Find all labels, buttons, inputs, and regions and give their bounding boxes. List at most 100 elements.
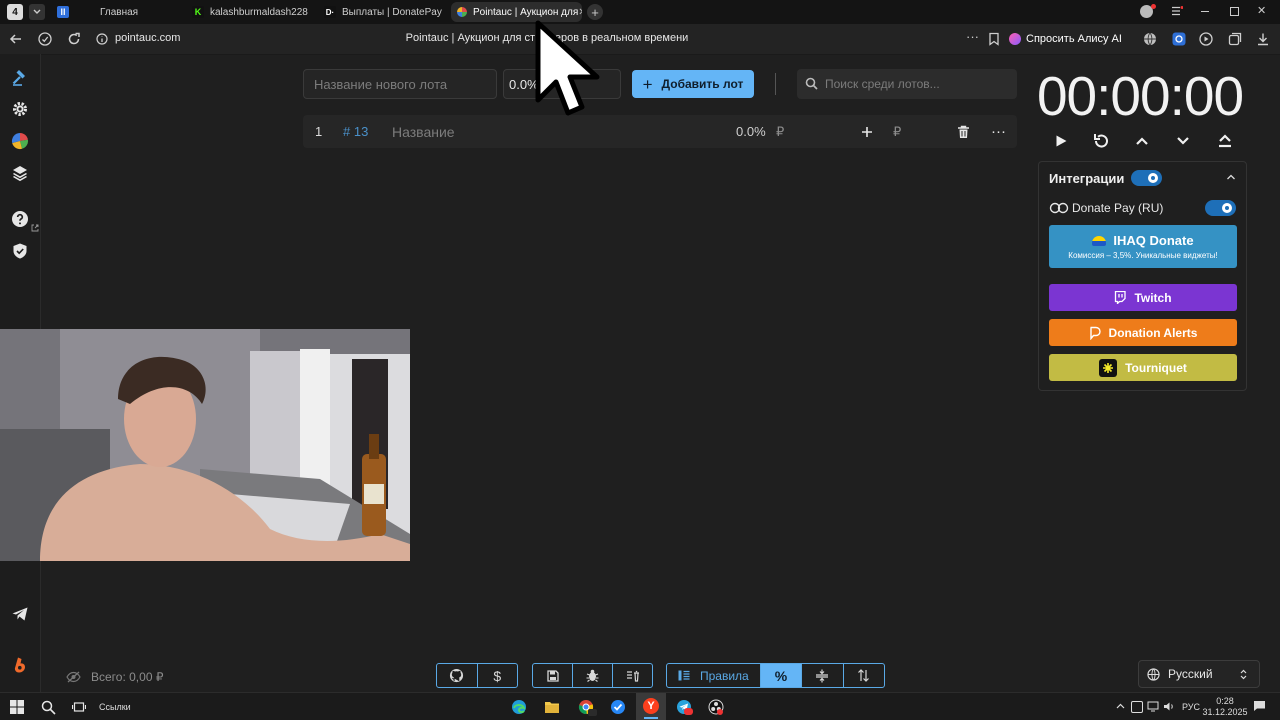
tab-label: Pointauc | Аукцион для bbox=[473, 6, 579, 18]
tab-home[interactable]: ll Главная bbox=[57, 2, 182, 22]
minimize-icon[interactable] bbox=[1201, 11, 1209, 12]
double-time-icon[interactable] bbox=[1214, 130, 1236, 152]
tab-donatepay[interactable]: D· Выплаты | DonatePay bbox=[324, 2, 444, 22]
new-tab-button[interactable]: + bbox=[587, 4, 603, 20]
boosty-icon[interactable] bbox=[10, 655, 30, 675]
compact-view-icon[interactable] bbox=[802, 664, 844, 687]
collapse-chevron-icon[interactable] bbox=[1226, 173, 1236, 181]
clock-date[interactable]: 31.12.2025 bbox=[1201, 707, 1249, 717]
rules-button[interactable]: Правила bbox=[667, 664, 761, 687]
clear-all-icon[interactable] bbox=[613, 664, 652, 687]
settings-gear-icon[interactable] bbox=[10, 99, 30, 119]
lot-search[interactable] bbox=[797, 69, 1017, 99]
integrations-panel: Интеграции Donate Pay (RU) IHAQ Donate К… bbox=[1038, 161, 1247, 391]
telegram-icon[interactable] bbox=[10, 604, 30, 624]
toolbar-divider bbox=[775, 73, 776, 95]
tab-pointauc[interactable]: Pointauc | Аукцион для ✕ bbox=[451, 2, 582, 22]
tab-kick-stream[interactable]: K kalashburmaldash228 Str bbox=[192, 2, 310, 22]
edge-icon[interactable] bbox=[509, 697, 529, 717]
ihaq-logo-icon bbox=[1092, 235, 1107, 246]
rules-list-icon bbox=[678, 670, 690, 681]
ihaq-header: IHAQ Donate bbox=[1092, 233, 1194, 248]
download-icon[interactable] bbox=[1255, 31, 1271, 47]
obs-icon[interactable] bbox=[706, 697, 726, 717]
taskbar-search-icon[interactable] bbox=[38, 697, 58, 717]
twitch-button[interactable]: Twitch bbox=[1049, 284, 1237, 311]
donatepay-toggle[interactable] bbox=[1205, 200, 1236, 216]
help-icon[interactable] bbox=[10, 209, 30, 229]
volume-icon[interactable] bbox=[1163, 701, 1175, 712]
translate-globe-icon[interactable] bbox=[1142, 31, 1158, 47]
total-sum: Всего: 0,00 ₽ bbox=[66, 668, 163, 686]
address-bar: pointauc.com Pointauc | Аукцион для стри… bbox=[0, 24, 1280, 55]
add-time-icon[interactable] bbox=[1131, 130, 1153, 152]
tourniquet-button[interactable]: Tourniquet bbox=[1049, 354, 1237, 381]
twitch-icon bbox=[1114, 291, 1127, 304]
rules-label: Правила bbox=[699, 668, 749, 683]
language-select[interactable]: Русский bbox=[1138, 660, 1260, 688]
wheel-chart-icon[interactable] bbox=[10, 131, 30, 151]
integrations-title: Интеграции bbox=[1049, 171, 1125, 186]
lot-percent: 0.0% bbox=[736, 124, 766, 139]
percent-mode-button[interactable]: % bbox=[760, 664, 803, 687]
maximize-icon[interactable] bbox=[1230, 7, 1239, 16]
tabs-menu-icon[interactable] bbox=[29, 4, 45, 20]
donate-dollar-icon[interactable]: $ bbox=[478, 664, 518, 687]
notification-center-icon[interactable] bbox=[1253, 700, 1266, 712]
add-amount-plus-icon[interactable] bbox=[861, 115, 873, 148]
ihaq-donate-button[interactable]: IHAQ Donate Комиссия – 3,5%. Уникальные … bbox=[1049, 225, 1237, 268]
webcam-overlay bbox=[0, 329, 410, 561]
lot-currency: ₽ bbox=[776, 123, 785, 139]
github-icon[interactable] bbox=[437, 664, 478, 687]
ask-alice-button[interactable]: Спросить Алису AI bbox=[1009, 29, 1122, 49]
taskbar-links-toolbar[interactable]: Ссылки bbox=[99, 702, 131, 712]
integrations-toggle[interactable] bbox=[1131, 170, 1162, 186]
search-input[interactable] bbox=[823, 69, 1015, 99]
obs-recording-dot bbox=[717, 709, 723, 715]
subtract-time-icon[interactable] bbox=[1172, 130, 1194, 152]
tab-label: Выплаты | DonatePay bbox=[342, 6, 442, 18]
clock-time[interactable]: 0:28 bbox=[1205, 696, 1245, 706]
yandex-browser-active[interactable]: Y bbox=[636, 693, 666, 720]
new-lot-name-input[interactable] bbox=[303, 69, 497, 99]
extension-icon[interactable] bbox=[1171, 31, 1187, 47]
close-window-icon[interactable]: ✕ bbox=[1257, 4, 1266, 17]
active-app-indicator bbox=[644, 717, 658, 719]
sort-icon[interactable] bbox=[844, 664, 884, 687]
delete-lot-icon[interactable] bbox=[957, 115, 970, 148]
collections-icon[interactable] bbox=[1227, 31, 1243, 47]
input-language[interactable]: РУС bbox=[1182, 702, 1200, 712]
pointauc-tab-icon bbox=[457, 7, 467, 17]
twitch-label: Twitch bbox=[1134, 290, 1172, 305]
donation-alerts-button[interactable]: Donation Alerts bbox=[1049, 319, 1237, 346]
tab-label: kalashburmaldash228 Str bbox=[210, 6, 310, 18]
task-view-icon[interactable] bbox=[69, 697, 89, 717]
save-icon[interactable] bbox=[533, 664, 573, 687]
file-explorer-icon[interactable] bbox=[542, 697, 562, 717]
lot-more-icon[interactable]: ··· bbox=[991, 115, 1006, 148]
add-lot-button[interactable]: + Добавить лот bbox=[632, 70, 754, 98]
tray-overflow-icon[interactable] bbox=[1116, 703, 1125, 709]
network-icon[interactable] bbox=[1147, 701, 1159, 712]
tab-close-icon[interactable]: ✕ bbox=[578, 7, 582, 18]
lot-name[interactable]: Название bbox=[392, 115, 455, 148]
lot-row[interactable]: 1 # 13 Название 0.0% ₽ ₽ ··· bbox=[303, 115, 1017, 148]
bookmark-icon[interactable] bbox=[986, 31, 1002, 47]
tab-count-button[interactable]: 4 bbox=[7, 4, 23, 20]
tray-app-icon[interactable] bbox=[1131, 701, 1143, 713]
windows-start-icon[interactable] bbox=[7, 697, 27, 717]
layers-icon[interactable] bbox=[10, 163, 30, 183]
hide-eye-icon[interactable] bbox=[66, 671, 81, 683]
auction-hammer-icon[interactable] bbox=[10, 67, 30, 87]
donation-alerts-icon bbox=[1089, 326, 1101, 340]
play-icon[interactable] bbox=[1050, 130, 1072, 152]
media-play-icon[interactable] bbox=[1198, 31, 1214, 47]
vk-messenger-icon[interactable] bbox=[608, 697, 628, 717]
more-options-icon[interactable]: ··· bbox=[966, 29, 982, 45]
plus-icon: + bbox=[642, 74, 653, 94]
shield-check-icon[interactable] bbox=[10, 241, 30, 261]
reset-timer-icon[interactable] bbox=[1090, 130, 1112, 152]
menu-icon[interactable] bbox=[1171, 6, 1183, 16]
external-link-icon bbox=[31, 224, 39, 232]
bug-report-icon[interactable] bbox=[573, 664, 613, 687]
